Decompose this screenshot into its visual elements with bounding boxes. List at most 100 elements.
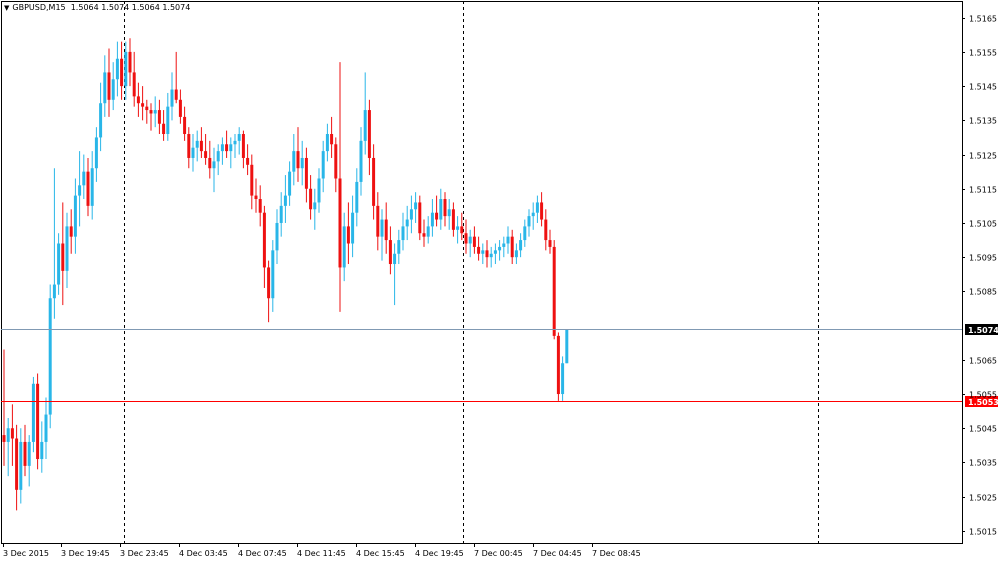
candle-body-103 [435,212,439,220]
candle-body-117 [493,250,497,254]
candle-body-100 [422,233,426,237]
candle-body-92 [388,240,392,265]
candle-body-0 [2,435,6,442]
y-tick-label-5: 1.5115 [969,186,997,195]
candle-body-16 [69,226,73,237]
candle-body-19 [82,171,86,186]
candle-body-68 [288,171,292,196]
candle-body-62 [262,212,266,268]
candle-body-65 [275,222,279,251]
x-tick-label-10: 7 Dec 08:45 [592,549,641,558]
candle-body-8 [36,383,40,460]
candle-body-93 [393,253,397,265]
candle-body-31 [132,72,136,97]
candle-body-130 [548,240,552,247]
bid-price-label: 1.5074 [968,326,999,335]
x-tick-label-1: 3 Dec 19:45 [61,549,110,558]
candle-body-79 [334,144,338,179]
candle-body-22 [94,137,98,169]
candle-body-109 [460,226,464,234]
candle-body-73 [309,188,313,210]
candle-body-70 [296,151,300,169]
candle-body-131 [552,246,556,336]
candle-body-101 [426,226,430,237]
chart-window[interactable]: 1.5074 1.5053 1.5165 1.5155 1.5145 1.5135 1.51… [0,0,1000,561]
candle-body-30 [128,51,132,73]
candle-body-108 [456,226,460,230]
candle-body-94 [397,240,401,254]
candle-body-44 [187,134,191,158]
candle-body-124 [523,226,527,241]
candle-body-86 [363,110,367,141]
candle-body-53 [225,144,229,152]
candle-body-120 [506,236,510,244]
candle-body-118 [498,246,502,251]
symbol-header: ▼ GBPUSD,M15 1.5064 1.5074 1.5064 1.5074 [4,3,190,12]
candle-body-64 [271,250,275,299]
candle-body-13 [57,243,61,285]
candle-body-57 [241,134,245,158]
candle-body-128 [540,202,544,220]
candle-body-132 [556,335,560,395]
candle-body-110 [464,233,468,244]
y-tick-label-11: 1.5045 [969,425,997,434]
candle-body-50 [212,161,216,169]
y-tick-label-8: 1.5085 [969,288,997,297]
candle-body-97 [409,209,413,220]
candle-body-7 [31,383,35,442]
candle-body-123 [519,240,523,251]
candle-body-119 [502,243,506,247]
candle-body-105 [443,199,447,217]
candle-body-56 [237,134,241,141]
candle-body-4 [19,441,23,490]
candle-body-104 [439,199,443,220]
candle-body-59 [250,164,254,196]
candle-body-58 [246,157,250,165]
candle-body-52 [220,144,224,152]
candle-body-71 [300,157,304,169]
candle-body-29 [124,51,128,87]
candle-body-43 [183,116,187,135]
x-tick-label-7: 4 Dec 19:45 [415,549,464,558]
candle-body-129 [544,219,548,241]
candle-body-80 [338,178,342,268]
candle-body-106 [447,209,451,217]
y-tick-label-9: 1.5065 [969,357,997,366]
candle-body-81 [342,226,346,268]
candle-body-82 [346,226,350,244]
candle-body-9 [40,441,44,460]
candle-body-15 [65,226,69,271]
candle-body-111 [468,236,472,244]
y-tick-label-7: 1.5095 [969,254,997,263]
candle-body-96 [405,219,409,227]
candle-body-77 [325,134,329,152]
candle-body-91 [384,219,388,241]
y-tick-label-10: 1.5055 [969,391,997,400]
candle-body-2 [10,428,14,439]
candle-body-38 [162,123,166,135]
candle-body-24 [103,72,107,104]
candle-body-27 [115,58,119,80]
candle-body-45 [191,147,195,158]
y-tick-label-14: 1.5015 [969,528,997,537]
candle-body-99 [418,202,422,234]
candle-body-61 [258,199,262,213]
candle-body-88 [372,157,376,206]
candle-body-26 [111,79,115,100]
candle-body-84 [355,181,359,213]
candle-body-40 [170,89,174,107]
candle-body-78 [330,134,334,145]
candle-body-74 [313,202,317,210]
candle-body-51 [216,151,220,162]
candle-body-89 [376,205,380,237]
candle-body-32 [136,96,140,104]
candle-body-95 [401,226,405,241]
candle-body-48 [204,151,208,158]
y-tick-label-1: 1.5155 [969,49,997,58]
price-chart[interactable]: 1.50741.50531.51651.51551.51451.51351.51… [0,0,1000,561]
candle-body-55 [233,140,237,145]
menu-triangle-icon[interactable]: ▼ [4,4,9,12]
y-tick-label-13: 1.5025 [969,494,997,503]
candle-body-3 [15,438,19,490]
candle-body-107 [451,209,455,230]
